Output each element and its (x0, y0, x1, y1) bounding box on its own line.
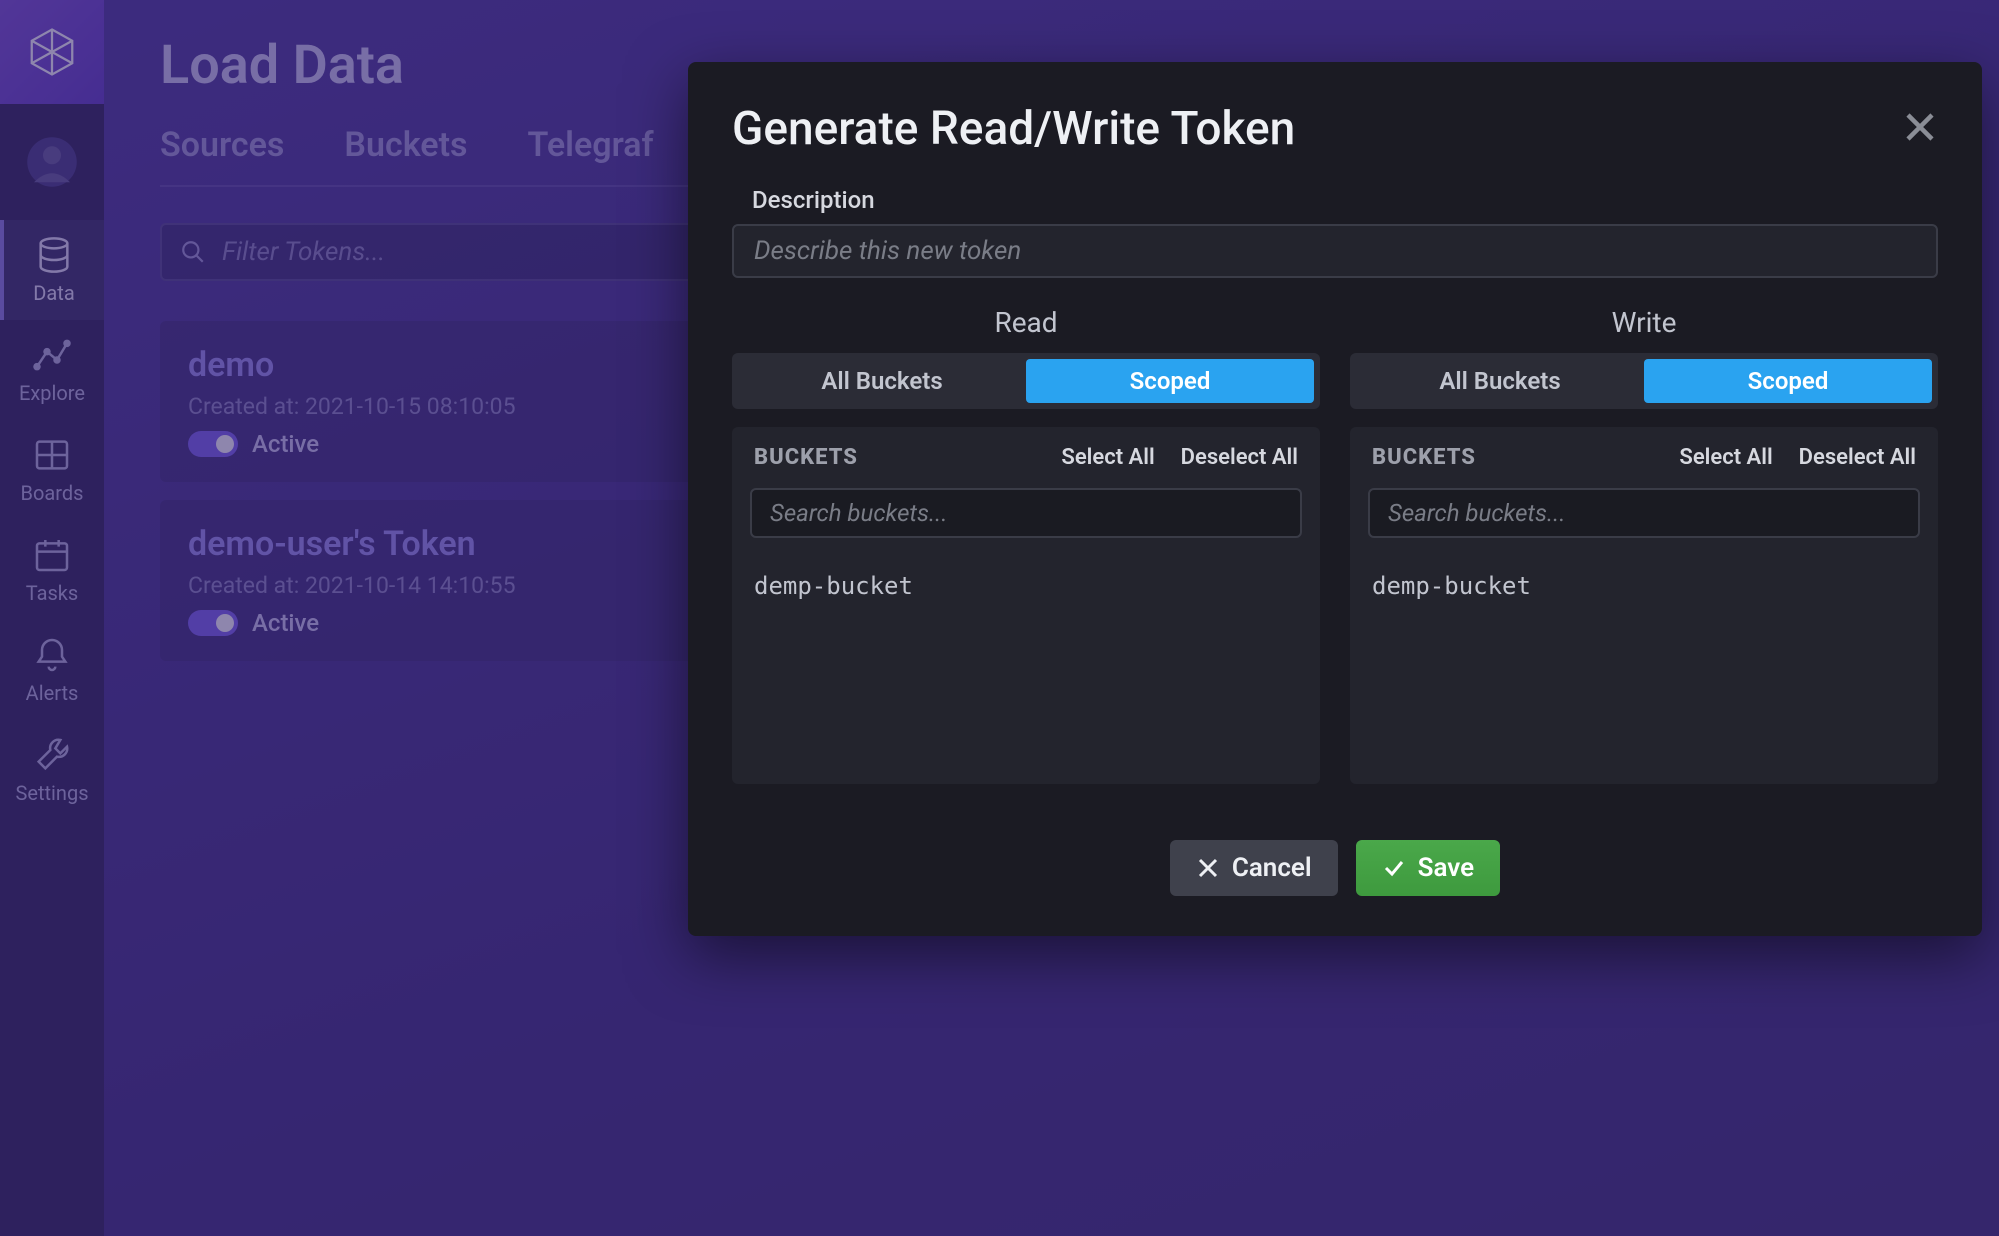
read-bucket-panel: BUCKETS Select All Deselect All demp-buc… (732, 427, 1320, 784)
check-icon (1382, 856, 1406, 880)
close-icon (1902, 109, 1938, 145)
read-select-all[interactable]: Select All (1061, 445, 1154, 470)
cancel-button[interactable]: Cancel (1170, 840, 1338, 896)
modal-title: Generate Read/Write Token (732, 102, 1295, 156)
buckets-title: BUCKETS (1372, 445, 1476, 470)
write-deselect-all[interactable]: Deselect All (1799, 445, 1916, 470)
description-label: Description (752, 186, 1938, 214)
close-icon (1196, 856, 1220, 880)
write-select-all[interactable]: Select All (1679, 445, 1772, 470)
write-bucket-item[interactable]: demp-bucket (1372, 566, 1916, 606)
buckets-title: BUCKETS (754, 445, 858, 470)
read-bucket-search[interactable] (750, 488, 1302, 538)
description-input[interactable] (732, 224, 1938, 278)
write-bucket-search[interactable] (1368, 488, 1920, 538)
read-heading: Read (732, 306, 1320, 339)
read-all-buckets-button[interactable]: All Buckets (738, 359, 1026, 403)
read-column: Read All Buckets Scoped BUCKETS Select A… (732, 306, 1320, 784)
read-scoped-button[interactable]: Scoped (1026, 359, 1314, 403)
read-deselect-all[interactable]: Deselect All (1181, 445, 1298, 470)
read-bucket-item[interactable]: demp-bucket (754, 566, 1298, 606)
write-bucket-panel: BUCKETS Select All Deselect All demp-buc… (1350, 427, 1938, 784)
write-scope-toggle: All Buckets Scoped (1350, 353, 1938, 409)
save-label: Save (1418, 853, 1475, 883)
write-all-buckets-button[interactable]: All Buckets (1356, 359, 1644, 403)
write-scoped-button[interactable]: Scoped (1644, 359, 1932, 403)
write-heading: Write (1350, 306, 1938, 339)
write-column: Write All Buckets Scoped BUCKETS Select … (1350, 306, 1938, 784)
modal-close-button[interactable] (1902, 109, 1938, 149)
generate-token-modal: Generate Read/Write Token Description Re… (688, 62, 1982, 936)
read-scope-toggle: All Buckets Scoped (732, 353, 1320, 409)
cancel-label: Cancel (1232, 853, 1312, 883)
save-button[interactable]: Save (1356, 840, 1501, 896)
